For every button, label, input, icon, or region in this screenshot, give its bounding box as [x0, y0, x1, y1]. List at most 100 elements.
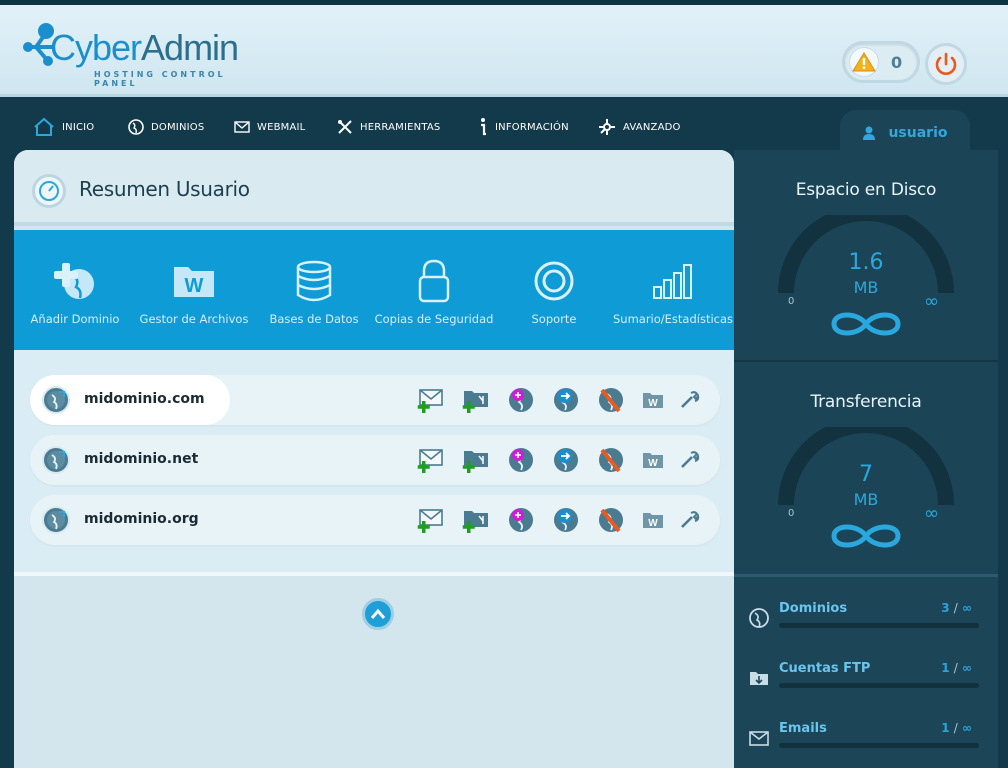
quick-action-label: Añadir Dominio	[30, 312, 120, 326]
user-name: usuario	[888, 124, 948, 141]
nav-item-inicio[interactable]: INICIO	[33, 114, 94, 140]
quick-action-label: Bases de Datos	[269, 312, 359, 326]
quick-action-backups[interactable]: Copias de Seguridad	[375, 258, 493, 338]
disk-gauge-card: Espacio en Disco 1.6 MB 0 ∞	[734, 150, 998, 360]
nav-label-dominios: DOMINIOS	[151, 121, 205, 133]
domain-row[interactable]: midominio.org W	[30, 495, 720, 545]
subdomain-icon[interactable]	[506, 445, 536, 475]
stat-name: Dominios	[779, 601, 848, 616]
wordpress-folder-icon[interactable]: W	[638, 385, 668, 415]
svg-text:W: W	[648, 458, 658, 469]
redirect-icon[interactable]	[551, 445, 581, 475]
stat-emails[interactable]: Emails 1 / ∞	[734, 721, 998, 768]
disable-domain-icon[interactable]	[596, 505, 626, 535]
add-email-icon[interactable]	[416, 445, 446, 475]
mail-icon	[234, 121, 250, 133]
add-ftp-icon[interactable]	[461, 385, 491, 415]
domain-name-pill[interactable]: midominio.org	[30, 495, 230, 545]
stat-separator: /	[953, 721, 958, 735]
stat-dominios[interactable]: Dominios 3 / ∞	[734, 601, 998, 651]
user-icon	[863, 126, 876, 140]
quick-action-add-domain[interactable]: Añadir Dominio	[16, 258, 134, 338]
disable-domain-icon[interactable]	[596, 385, 626, 415]
subdomain-icon[interactable]	[506, 385, 536, 415]
warning-icon	[849, 47, 879, 77]
redirect-icon[interactable]	[551, 505, 581, 535]
quick-actions-bar: Añadir Dominio W Gestor de Archivos Base…	[14, 230, 734, 350]
power-icon	[935, 52, 957, 75]
quick-action-support[interactable]: Soporte	[495, 258, 613, 338]
stat-separator: /	[953, 661, 958, 675]
disable-domain-icon[interactable]	[596, 445, 626, 475]
advanced-icon	[599, 119, 615, 135]
backup-lock-icon	[418, 259, 450, 303]
stat-value: 1 / ∞	[941, 661, 972, 675]
chevron-up-icon	[370, 608, 386, 619]
home-icon	[34, 117, 54, 136]
add-ftp-icon[interactable]	[461, 445, 491, 475]
disk-gauge-max: ∞	[924, 291, 939, 312]
wordpress-folder-icon[interactable]: W	[638, 445, 668, 475]
globe-icon	[128, 119, 144, 135]
domain-name-pill[interactable]: midominio.net	[30, 435, 230, 485]
domain-name-pill[interactable]: midominio.com	[30, 375, 230, 425]
transfer-gauge-max: ∞	[924, 503, 939, 524]
nav-item-dominios[interactable]: DOMINIOS	[128, 114, 204, 140]
stat-cuentas-ftp[interactable]: Cuentas FTP 1 / ∞	[734, 661, 998, 711]
alerts-button[interactable]: 0	[842, 41, 920, 83]
add-email-icon[interactable]	[416, 505, 446, 535]
transfer-used-value: 7	[859, 462, 873, 487]
quick-action-label: Gestor de Archivos	[139, 312, 249, 326]
scroll-up-button[interactable]	[362, 598, 394, 630]
database-icon	[296, 260, 332, 302]
add-email-icon[interactable]	[416, 385, 446, 415]
stat-name: Emails	[779, 721, 827, 736]
file-manager-icon: W	[174, 267, 214, 297]
domain-list: midominio.com W midominio.net W midomini…	[14, 350, 734, 576]
quick-action-stats[interactable]: Sumario/Estadísticas	[613, 258, 733, 338]
infinity-icon	[831, 312, 901, 336]
add-ftp-icon[interactable]	[461, 505, 491, 535]
nav-label-avanzado: AVANZADO	[623, 121, 681, 133]
stat-used: 1	[941, 661, 950, 675]
domain-name: midominio.net	[84, 451, 199, 467]
panel-header: Resumen Usuario	[14, 150, 734, 226]
nav-item-herramientas[interactable]: HERRAMIENTAS	[337, 114, 440, 140]
domain-globe-icon	[42, 506, 70, 534]
user-menu[interactable]: usuario	[840, 110, 970, 155]
wrench-icon[interactable]	[674, 385, 704, 415]
stat-used: 1	[941, 721, 950, 735]
wordpress-folder-icon[interactable]: W	[638, 505, 668, 535]
brand-part-1: Cyber	[50, 27, 142, 68]
nav-item-avanzado[interactable]: AVANZADO	[598, 114, 681, 140]
alert-count: 0	[891, 53, 903, 72]
wrench-icon[interactable]	[674, 505, 704, 535]
domain-globe-icon	[42, 446, 70, 474]
subdomain-icon[interactable]	[506, 505, 536, 535]
quick-action-databases[interactable]: Bases de Datos	[255, 258, 373, 338]
domain-row[interactable]: midominio.net W	[30, 435, 720, 485]
quick-action-file-manager[interactable]: W Gestor de Archivos	[135, 258, 253, 338]
wrench-icon[interactable]	[674, 445, 704, 475]
disk-gauge-title: Espacio en Disco	[795, 180, 937, 200]
stat-limit: ∞	[962, 601, 972, 615]
tools-icon	[338, 120, 352, 134]
stat-separator: /	[953, 601, 958, 615]
stat-progress-bar	[779, 623, 979, 628]
quick-action-label: Soporte	[531, 312, 577, 326]
nav-label-informacion: INFORMACIÓN	[495, 121, 569, 133]
svg-text:W: W	[648, 398, 658, 409]
stat-progress-bar	[779, 743, 979, 748]
usage-sidebar: Espacio en Disco 1.6 MB 0 ∞ Transferenci…	[734, 150, 998, 768]
stat-progress-bar	[779, 683, 979, 688]
domain-row[interactable]: midominio.com W	[30, 375, 720, 425]
logo[interactable]: CyberAdmin HOSTING CONTROL PANEL	[22, 21, 262, 88]
disk-gauge-min: 0	[788, 296, 795, 307]
nav-item-informacion[interactable]: INFORMACIÓN	[478, 114, 569, 140]
redirect-icon[interactable]	[551, 385, 581, 415]
brand-part-2: Admin	[141, 27, 239, 68]
nav-item-webmail[interactable]: WEBMAIL	[234, 114, 305, 140]
stat-used: 3	[941, 601, 950, 615]
resource-stats: Dominios 3 / ∞ Cuentas FTP 1 / ∞ Emails …	[734, 574, 998, 768]
logout-button[interactable]	[925, 43, 967, 85]
